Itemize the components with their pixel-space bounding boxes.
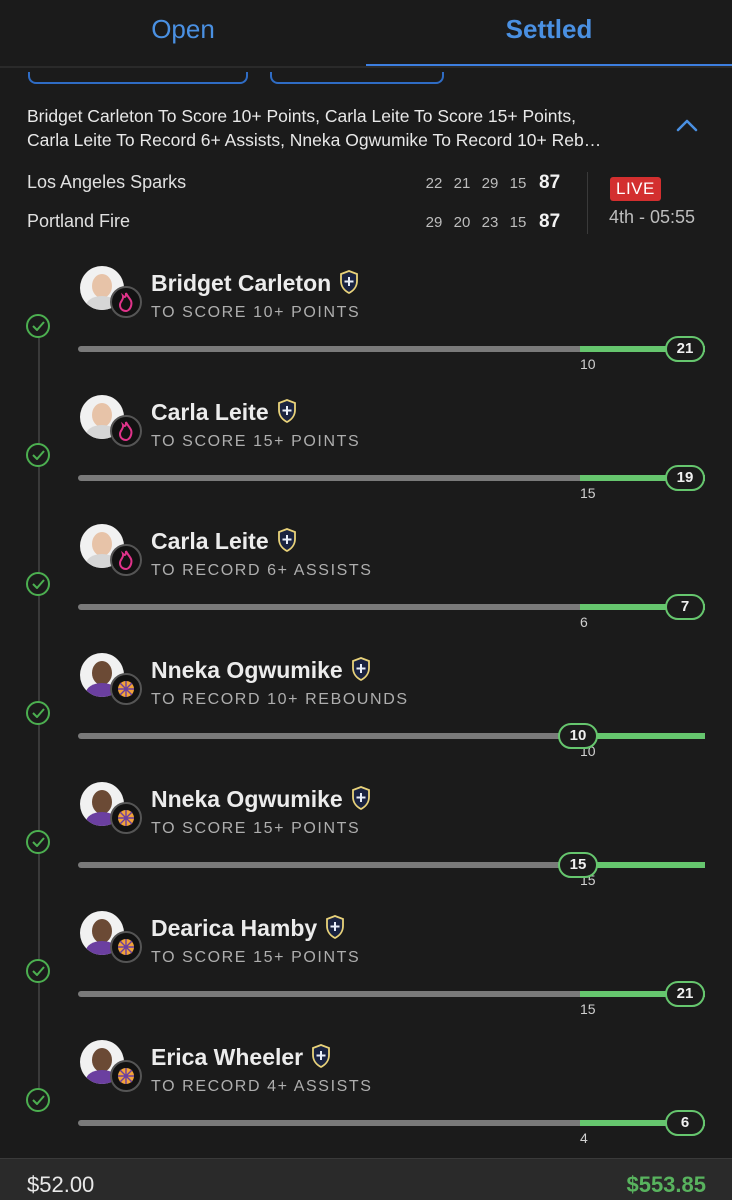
market-label: TO SCORE 10+ POINTS (151, 304, 361, 321)
market-label: TO RECORD 10+ REBOUNDS (151, 691, 409, 708)
leg-row[interactable]: Nneka Ogwumike TO RECORD 10+ REBOUNDS 10 10 (0, 653, 732, 782)
check-icon (26, 959, 50, 983)
threshold-label: 10 (580, 356, 596, 372)
player-name: Nneka Ogwumike (151, 785, 371, 813)
current-stat-bubble: 21 (665, 981, 705, 1007)
team-name: Los Angeles Sparks (27, 172, 187, 192)
player-name-text: Carla Leite (151, 399, 269, 425)
threshold-label: 15 (580, 1001, 596, 1017)
team-logo-icon (110, 544, 142, 576)
player-name: Erica Wheeler (151, 1043, 331, 1071)
shield-plus-icon (312, 1043, 331, 1068)
check-icon (26, 1088, 50, 1112)
tab-settled[interactable]: Settled (366, 0, 732, 68)
quarter-score: 21 (453, 175, 471, 192)
tab-divider (0, 66, 732, 68)
player-name-text: Nneka Ogwumike (151, 657, 343, 683)
shield-plus-icon (277, 398, 296, 423)
leg-row[interactable]: Carla Leite TO RECORD 6+ ASSISTS 6 7 (0, 524, 732, 653)
player-name: Bridget Carleton (151, 269, 359, 297)
shield-plus-icon (277, 527, 296, 552)
bet-description-line: Carla Leite To Record 6+ Assists, Nneka … (27, 130, 602, 150)
team-logo-icon (110, 286, 142, 318)
team-logo-icon (110, 931, 142, 963)
market-label: TO SCORE 15+ POINTS (151, 820, 361, 837)
scoreboard-row: Portland Fire 29 20 23 15 87 (27, 211, 587, 237)
market-label: TO SCORE 15+ POINTS (151, 949, 361, 966)
check-icon (26, 314, 50, 338)
tab-bar: Open Settled (0, 0, 732, 68)
market-label: TO RECORD 6+ ASSISTS (151, 562, 373, 579)
leg-row[interactable]: Erica Wheeler TO RECORD 4+ ASSISTS 4 6 (0, 1040, 732, 1169)
threshold-label: 6 (580, 614, 588, 630)
market-label: TO SCORE 15+ POINTS (151, 433, 361, 450)
stake-amount: $52.00 (27, 1172, 95, 1197)
team-logo-icon (110, 802, 142, 834)
total-score: 87 (539, 211, 561, 232)
team-logo-icon (110, 415, 142, 447)
bet-description: Bridget Carleton To Score 10+ Points, Ca… (27, 104, 667, 152)
current-stat-bubble: 6 (665, 1110, 705, 1136)
player-name-text: Erica Wheeler (151, 1044, 304, 1070)
progress-fill (580, 862, 705, 868)
check-icon (26, 830, 50, 854)
filter-chip-edge[interactable] (270, 72, 444, 84)
shield-plus-icon (351, 785, 370, 810)
leg-row[interactable]: Dearica Hamby TO SCORE 15+ POINTS 15 21 (0, 911, 732, 1040)
scoreboard-row: Los Angeles Sparks 22 21 29 15 87 (27, 172, 587, 198)
player-name: Carla Leite (151, 527, 297, 555)
player-name-text: Carla Leite (151, 528, 269, 554)
quarter-score: 29 (481, 175, 499, 192)
team-logo-icon (110, 1060, 142, 1092)
threshold-label: 4 (580, 1130, 588, 1146)
check-icon (26, 701, 50, 725)
player-name: Carla Leite (151, 398, 297, 426)
quarter-score: 29 (425, 214, 443, 231)
footer-bar (0, 1158, 732, 1200)
quarter-score: 23 (481, 214, 499, 231)
tab-open[interactable]: Open (0, 0, 366, 68)
quarter-score: 20 (453, 214, 471, 231)
bet-description-line: Bridget Carleton To Score 10+ Points, Ca… (27, 106, 576, 126)
shield-plus-icon (351, 656, 370, 681)
live-badge: LIVE (610, 177, 661, 201)
player-name-text: Bridget Carleton (151, 270, 332, 296)
leg-row[interactable]: Nneka Ogwumike TO SCORE 15+ POINTS 15 15 (0, 782, 732, 911)
check-icon (26, 443, 50, 467)
quarter-score: 15 (509, 175, 527, 192)
payout-amount: $553.85 (626, 1172, 706, 1197)
leg-row[interactable]: Carla Leite TO SCORE 15+ POINTS 15 19 (0, 395, 732, 524)
team-name: Portland Fire (27, 211, 131, 231)
filter-chip-edge[interactable] (28, 72, 248, 84)
current-stat-bubble: 21 (665, 336, 705, 362)
check-icon (26, 572, 50, 596)
player-name: Nneka Ogwumike (151, 656, 371, 684)
current-stat-bubble: 10 (558, 723, 598, 749)
player-name-text: Dearica Hamby (151, 915, 318, 941)
shield-plus-icon (326, 914, 345, 939)
leg-row[interactable]: Bridget Carleton TO SCORE 10+ POINTS 10 21 (0, 266, 732, 395)
scoreboard-divider (587, 172, 588, 234)
current-stat-bubble: 15 (558, 852, 598, 878)
team-logo-icon (110, 673, 142, 705)
player-name-text: Nneka Ogwumike (151, 786, 343, 812)
chevron-up-icon[interactable] (676, 118, 698, 132)
market-label: TO RECORD 4+ ASSISTS (151, 1078, 373, 1095)
total-score: 87 (539, 172, 561, 193)
threshold-label: 15 (580, 485, 596, 501)
current-stat-bubble: 7 (665, 594, 705, 620)
game-clock: 4th - 05:55 (609, 207, 696, 227)
shield-plus-icon (340, 269, 359, 294)
progress-fill (580, 733, 705, 739)
quarter-score: 22 (425, 175, 443, 192)
quarter-score: 15 (509, 214, 527, 231)
current-stat-bubble: 19 (665, 465, 705, 491)
player-name: Dearica Hamby (151, 914, 345, 942)
